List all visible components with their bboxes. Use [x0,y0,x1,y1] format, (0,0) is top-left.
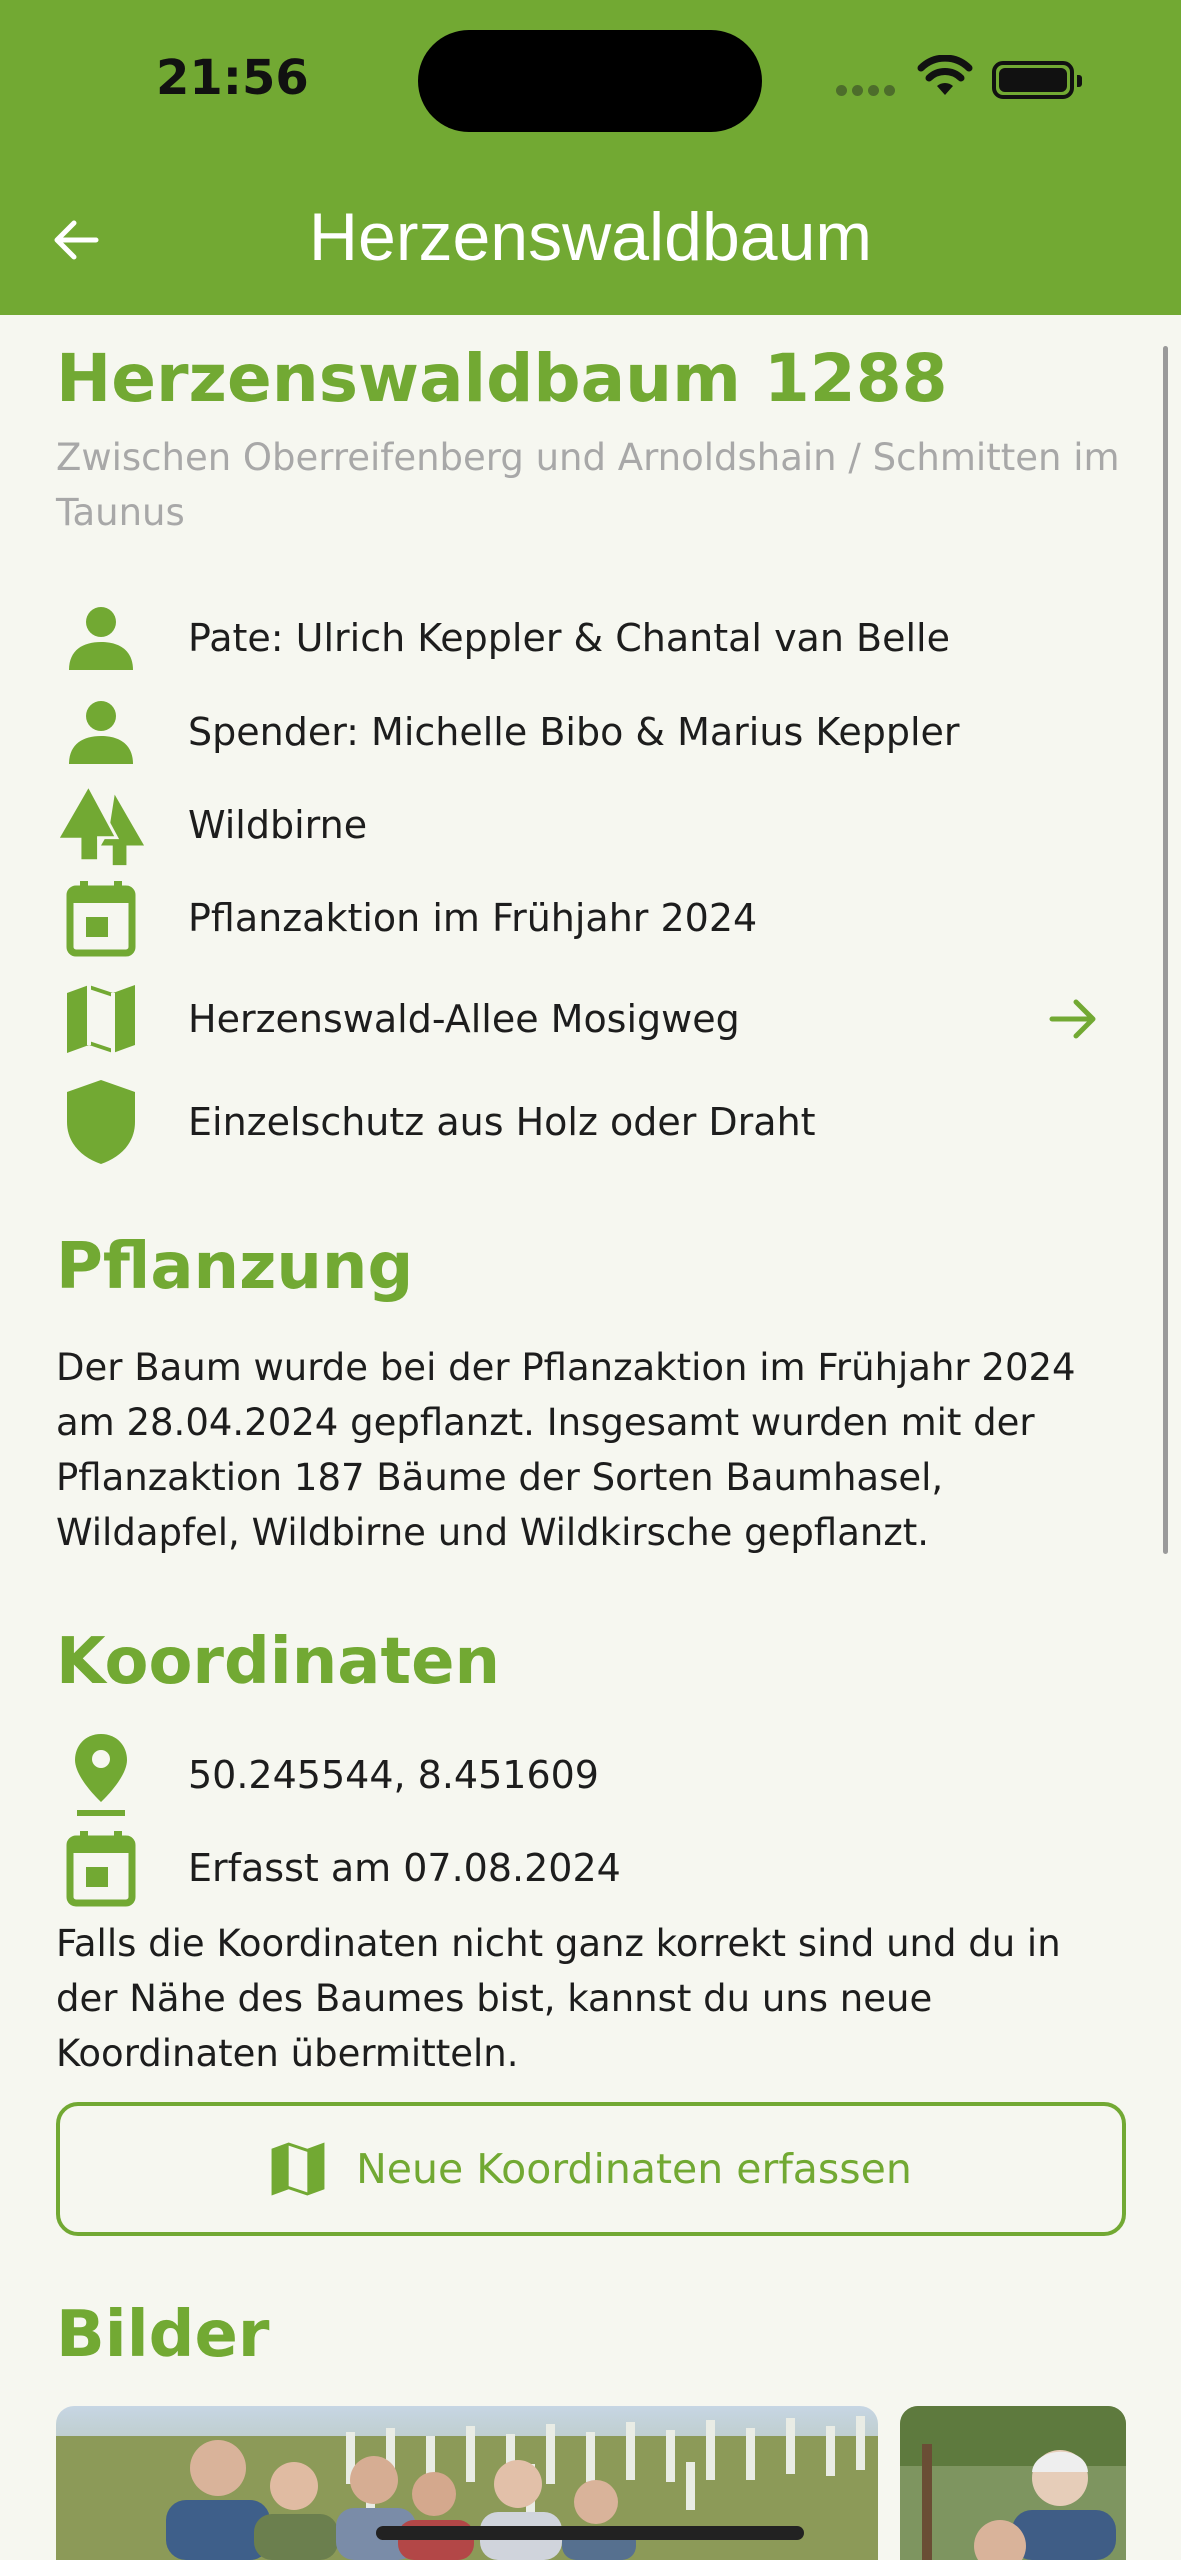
info-row-recorded: Erfasst am 07.08.2024 [56,1823,1126,1913]
home-indicator[interactable] [376,2526,804,2540]
tree-location: Zwischen Oberreifenberg und Arnoldshain … [56,436,1120,534]
new-coordinates-label: Neue Koordinaten erfassen [356,2145,912,2193]
bilder-heading: Bilder [56,2298,270,2372]
info-row-pate: Pate: Ulrich Keppler & Chantal van Belle [56,593,1126,683]
scrollbar[interactable] [1163,346,1168,1554]
spender-text: Spender: Michelle Bibo & Marius Keppler [188,710,960,754]
info-row-species: Wildbirne [56,780,1126,870]
info-row-spender: Spender: Michelle Bibo & Marius Keppler [56,687,1126,777]
map-icon [271,2142,325,2196]
app-header: 21:56 Herzenswaldbaum [0,0,1181,315]
pate-text: Pate: Ulrich Keppler & Chantal van Belle [188,616,950,660]
tree-title: Herzenswaldbaum 1288 [56,340,948,417]
info-row-allee[interactable]: Herzenswald-Allee Mosigweg [56,974,1126,1064]
campaign-text: Pflanzaktion im Frühjahr 2024 [188,896,758,940]
battery-icon [992,61,1082,99]
status-icons [836,55,1082,101]
dynamic-island [418,30,762,132]
protection-text: Einzelschutz aus Holz oder Draht [188,1100,816,1144]
coords-text: 50.245544, 8.451609 [188,1753,599,1797]
shield-icon [56,1077,146,1167]
info-row-coords: 50.245544, 8.451609 [56,1730,1126,1820]
signal-icon [836,85,895,96]
person-icon [56,687,146,777]
new-coordinates-button[interactable]: Neue Koordinaten erfassen [56,2102,1126,2236]
trees-icon [56,780,146,870]
calendar-icon [56,1823,146,1913]
recorded-text: Erfasst am 07.08.2024 [188,1846,621,1890]
wifi-icon [917,55,973,95]
species-text: Wildbirne [188,803,368,847]
allee-text: Herzenswald-Allee Mosigweg [188,997,740,1041]
photo-image [900,2406,1126,2560]
info-row-campaign: Pflanzaktion im Frühjahr 2024 [56,873,1126,963]
arrow-right-icon[interactable] [1046,992,1100,1046]
calendar-icon [56,873,146,963]
koordinaten-hint: Falls die Koordinaten nicht ganz korrekt… [56,1922,1061,2075]
status-time: 21:56 [156,50,309,106]
info-row-protection: Einzelschutz aus Holz oder Draht [56,1077,1126,1167]
map-icon [56,974,146,1064]
pflanzung-heading: Pflanzung [56,1230,414,1304]
page-title: Herzenswaldbaum [308,199,873,275]
tree-photo-2[interactable] [900,2406,1126,2560]
map-pin-icon [56,1730,146,1820]
koordinaten-heading: Koordinaten [56,1625,501,1699]
person-icon [56,593,146,683]
pflanzung-text: Der Baum wurde bei der Pflanzaktion im F… [56,1346,1076,1554]
